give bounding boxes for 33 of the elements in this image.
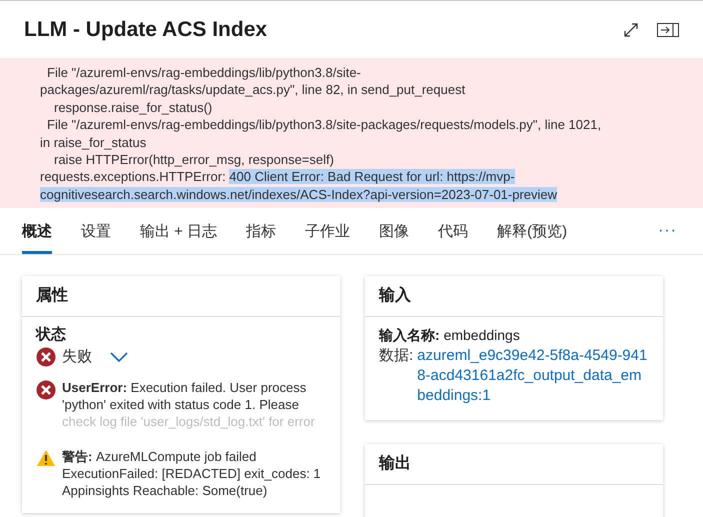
data-asset-link[interactable]: azureml_e9c39e42-5f8a-4549-9418-acd43161a2fc_output_data_embeddings:1	[417, 346, 649, 406]
error-icon	[36, 380, 56, 400]
input-name-text: 输入名称: embeddings	[379, 326, 521, 345]
dock-panel-icon[interactable]	[655, 20, 681, 38]
tab[interactable]: 输出 + 日志	[140, 208, 218, 254]
card-title: 输出	[379, 455, 411, 472]
card-title: 输入	[379, 287, 411, 304]
error-log-line: response.raise_for_status()	[53, 98, 212, 116]
error-log-line: in raise_for_status	[40, 134, 146, 152]
error-log-line: packages/azureml/rag/tasks/update_acs.py", line 82, in send_put_request	[40, 81, 466, 99]
tab[interactable]: 设置	[81, 208, 111, 254]
panel-title: LLM - Update ACS Index	[24, 18, 268, 42]
data-label: 数据:	[379, 346, 414, 366]
error-log-line: File "/azureml-envs/rag-embeddings/lib/python3.8/site-packages/requests/models.py", line 1021,	[46, 116, 602, 134]
warning-icon	[36, 449, 56, 467]
tab[interactable]: 概述	[22, 208, 52, 254]
error-icon	[36, 347, 56, 367]
error-log-line: File "/azureml-envs/rag-embeddings/lib/python3.8/site-	[46, 64, 361, 82]
field-label: 状态	[36, 325, 67, 344]
tab[interactable]: 代码	[438, 208, 468, 254]
faded-message-text: check log file 'user_logs/std_log.txt' for error	[62, 413, 316, 430]
tab[interactable]: 图像	[379, 208, 410, 254]
chevron-icon[interactable]	[110, 350, 128, 362]
status-text: 失败	[62, 347, 92, 366]
status-message: UserError: Execution failed. User process 'python' exited with status code 1. Please	[62, 380, 306, 412]
error-log-line: raise HTTPError(http_error_msg, response=self)	[53, 151, 334, 168]
error-log-line: requests.exceptions.HTTPError: 400 Client Error: Bad Request for url: https://mvp-	[40, 168, 515, 186]
tab[interactable]: 指标	[246, 208, 276, 254]
tab[interactable]: 子作业	[305, 208, 350, 254]
card-title: 属性	[36, 287, 68, 304]
status-message: 警告: AzureMLCompute job failed ExecutionFailed: [REDACTED] exit_codes: 1 Appinsights Reachable: Some(true)	[62, 449, 321, 498]
tab[interactable]: 解释(预览)	[497, 208, 568, 254]
more-tabs-button[interactable]: ···	[652, 208, 683, 254]
